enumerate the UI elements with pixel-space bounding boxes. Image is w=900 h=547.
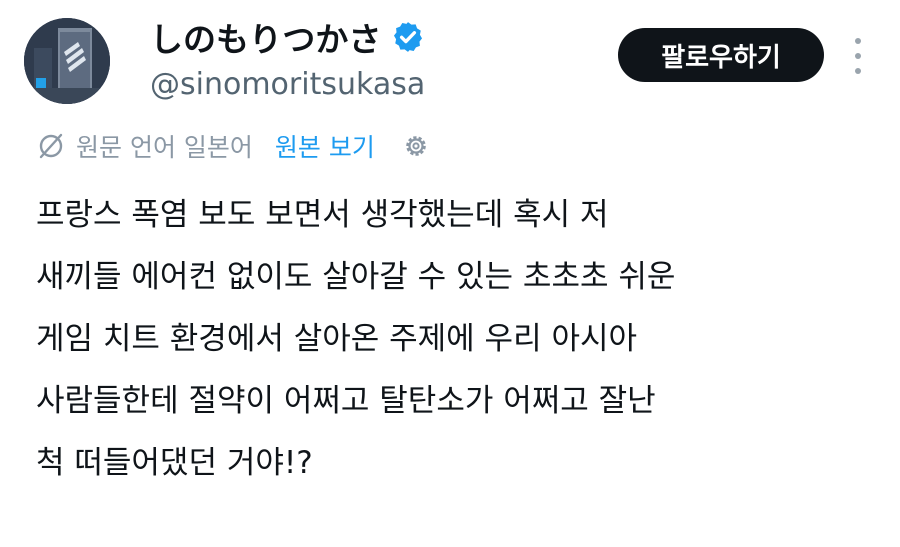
- tweet-text-line: 사람들한테 절약이 어쩌고 탈탄소가 어쩌고 잘난: [36, 383, 656, 419]
- tweet-text-line: 새끼들 에어컨 없이도 살아갈 수 있는 초초초 쉬운: [36, 259, 676, 295]
- tweet-text-line: 게임 치트 환경에서 살아온 주제에 우리 아시아: [36, 321, 638, 357]
- translate-globe-off-icon: [39, 133, 63, 159]
- author-display-name[interactable]: しのもりつかさ: [150, 13, 381, 61]
- show-original-link[interactable]: 원본 보기: [275, 128, 375, 164]
- verified-badge-icon: [394, 22, 423, 52]
- follow-button[interactable]: 팔로우하기: [618, 28, 824, 82]
- tweet-text: 프랑스 폭염 보도 보면서 생각했는데 혹시 저 새끼들 에어컨 없이도 살아갈…: [36, 184, 876, 494]
- author-display-name-row[interactable]: しのもりつかさ: [150, 14, 425, 60]
- avatar[interactable]: [24, 18, 110, 104]
- more-options-icon[interactable]: [848, 38, 868, 74]
- author-handle[interactable]: @sinomoritsukasa: [150, 64, 425, 104]
- tweet-text-line: 척 떠들어댔던 거야!?: [36, 445, 313, 481]
- original-language-label: 원문 언어 일본어: [76, 133, 253, 162]
- tweet-text-line: 프랑스 폭염 보도 보면서 생각했는데 혹시 저: [36, 197, 609, 233]
- translation-bar: 원문 언어 일본어 원본 보기: [36, 124, 431, 168]
- gear-icon[interactable]: [401, 131, 431, 161]
- avatar-image: [24, 18, 110, 104]
